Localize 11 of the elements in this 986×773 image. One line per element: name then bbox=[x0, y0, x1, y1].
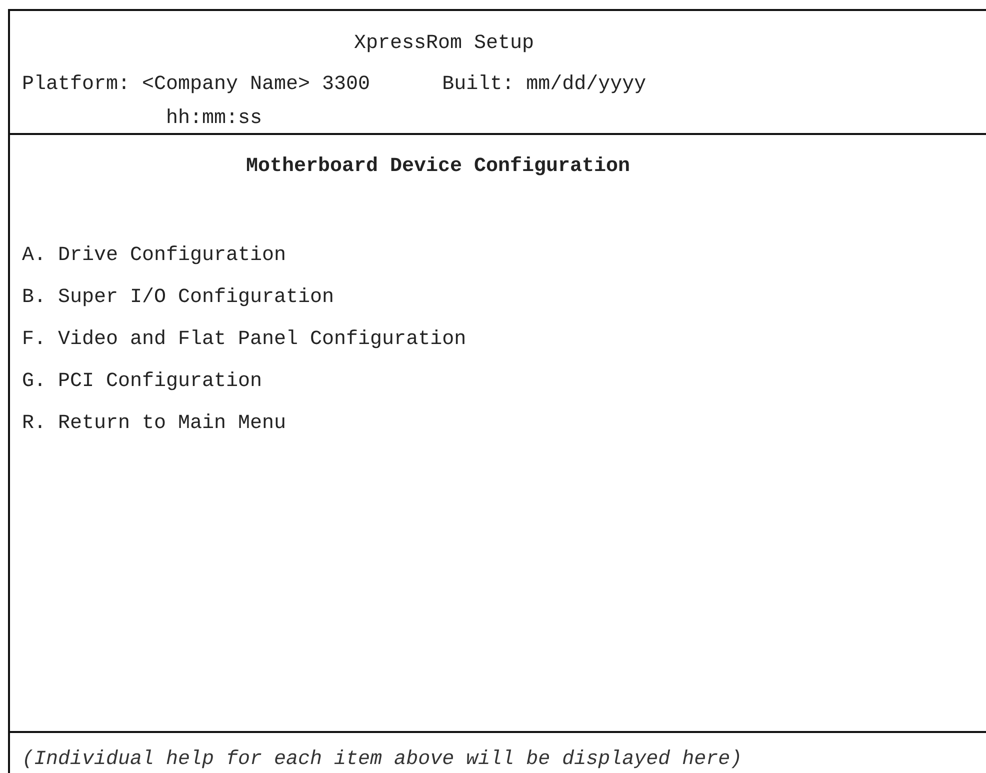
build-date: Built: mm/dd/yyyy bbox=[442, 72, 646, 98]
menu-item[interactable]: F. Video and Flat Panel Configuration bbox=[22, 319, 466, 361]
platform-label: Platform: <Company Name> 3300 bbox=[22, 72, 370, 98]
menu-item[interactable]: R. Return to Main Menu bbox=[22, 403, 286, 445]
menu-item[interactable]: A. Drive Configuration bbox=[22, 235, 286, 277]
menu-heading: Motherboard Device Configuration bbox=[244, 155, 632, 179]
menu-item[interactable]: B. Super I/O Configuration bbox=[22, 277, 334, 319]
help-text: (Individual help for each item above will be displayed here) bbox=[21, 747, 744, 773]
menu-item[interactable]: G. PCI Configuration bbox=[22, 361, 262, 403]
setup-title: XpressRom Setup bbox=[354, 31, 534, 57]
build-time: hh:mm:ss bbox=[166, 106, 262, 132]
